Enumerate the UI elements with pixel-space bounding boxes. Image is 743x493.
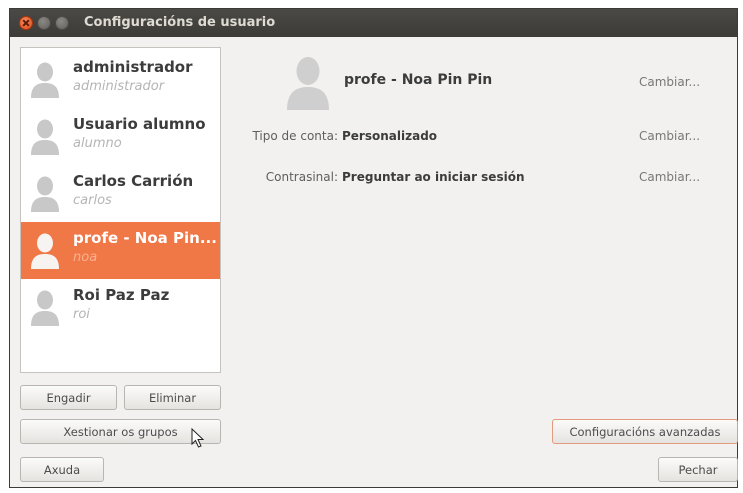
close-icon[interactable] <box>19 16 33 30</box>
user-avatar-icon <box>31 119 59 155</box>
password-label: Contrasinal: <box>265 170 338 184</box>
user-name: administrador <box>73 58 193 76</box>
change-password-link[interactable]: Cambiar... <box>639 170 700 184</box>
add-user-button[interactable]: Engadir <box>20 385 117 410</box>
user-list-item-carlos[interactable]: Carlos Carrión carlos <box>21 165 220 222</box>
user-avatar-icon <box>31 233 59 269</box>
user-login: administrador <box>73 79 165 94</box>
user-name: profe - Noa Pin... <box>73 229 217 247</box>
user-name: Roi Paz Paz <box>73 286 170 304</box>
minimize-icon[interactable] <box>37 16 51 30</box>
user-list-item-administrador[interactable]: administrador administrador <box>21 51 220 108</box>
remove-user-button[interactable]: Eliminar <box>124 385 221 410</box>
help-button[interactable]: Axuda <box>20 457 104 482</box>
user-avatar-icon <box>31 176 59 212</box>
user-list-item-noa[interactable]: profe - Noa Pin... noa <box>21 222 220 279</box>
advanced-settings-button[interactable]: Configuracións avanzadas <box>552 419 738 444</box>
maximize-icon[interactable] <box>55 16 69 30</box>
user-list-item-roi[interactable]: Roi Paz Paz roi <box>21 279 220 336</box>
account-type-value: Personalizado <box>342 129 438 143</box>
mouse-cursor-icon <box>191 428 205 448</box>
account-type-label: Tipo de conta: <box>252 129 338 143</box>
user-avatar-icon[interactable] <box>286 55 330 111</box>
user-login: noa <box>73 250 98 265</box>
password-value: Preguntar ao iniciar sesión <box>342 170 525 184</box>
user-login: roi <box>73 307 90 322</box>
user-avatar-icon <box>31 290 59 326</box>
user-list-item-alumno[interactable]: Usuario alumno alumno <box>21 108 220 165</box>
change-account-type-link[interactable]: Cambiar... <box>639 129 700 143</box>
window-title: Configuracións de usuario <box>84 15 276 30</box>
change-name-link[interactable]: Cambiar... <box>639 75 700 89</box>
user-login: alumno <box>73 136 122 151</box>
title-bar: Configuracións de usuario <box>10 9 737 37</box>
user-name: Carlos Carrión <box>73 172 194 190</box>
full-name: profe - Noa Pin Pin <box>344 72 493 88</box>
close-button[interactable]: Pechar <box>658 457 738 482</box>
user-settings-window: Configuracións de usuario administrador … <box>9 8 738 488</box>
user-list[interactable]: administrador administrador Usuario alum… <box>20 47 221 373</box>
user-avatar-icon <box>31 62 59 98</box>
user-name: Usuario alumno <box>73 115 206 133</box>
user-login: carlos <box>73 193 112 208</box>
